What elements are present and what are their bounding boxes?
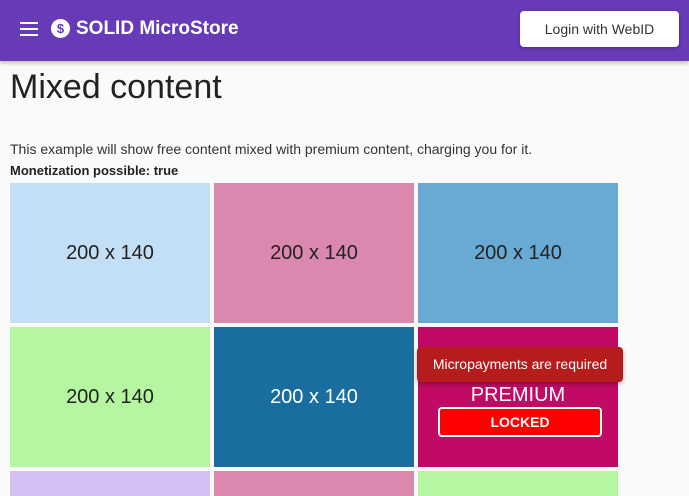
dollar-coin-icon: $ [51,19,70,38]
content-tile-2: 200 x 140 [214,183,414,323]
content-tile-8 [214,471,414,496]
app-bar: $ SOLID MicroStore Login with WebID [0,0,689,61]
content-tile-7 [10,471,210,496]
content-tile-4: 200 x 140 [10,327,210,467]
app-title: SOLID MicroStore [76,18,239,39]
locked-button[interactable]: LOCKED [438,407,602,437]
content-tile-9 [418,471,618,496]
monetization-status: Monetization possible: true [10,163,179,178]
micropayments-tooltip: Micropayments are required [417,347,623,382]
intro-text: This example will show free content mixe… [10,141,533,157]
content-tile-5: 200 x 140 [214,327,414,467]
hamburger-menu-icon[interactable] [20,21,40,37]
content-tile-1: 200 x 140 [10,183,210,323]
premium-label: PREMIUM [470,384,566,406]
content-tile-3: 200 x 140 [418,183,618,323]
login-with-webid-button[interactable]: Login with WebID [520,11,679,47]
page-title: Mixed content [10,68,222,106]
